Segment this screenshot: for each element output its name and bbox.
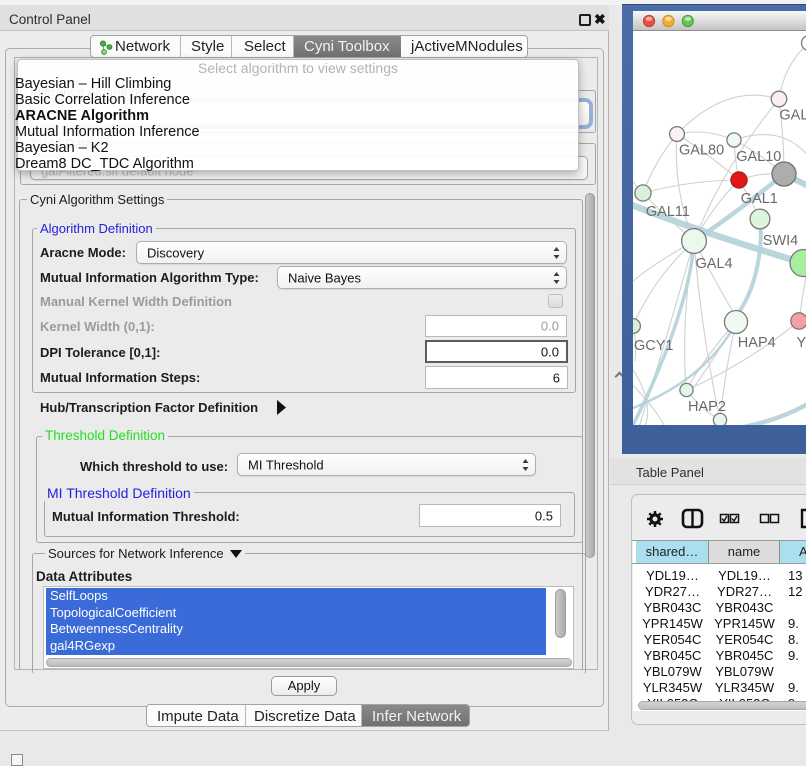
svg-text:GAL10: GAL10 bbox=[736, 149, 781, 165]
svg-text:HAP2: HAP2 bbox=[688, 399, 726, 415]
svg-text:GAL: GAL bbox=[779, 108, 806, 124]
svg-text:HAP4: HAP4 bbox=[738, 335, 776, 351]
svg-text:GCY1: GCY1 bbox=[634, 338, 674, 354]
svg-text:GAL80: GAL80 bbox=[679, 143, 724, 159]
svg-text:GAL4: GAL4 bbox=[696, 256, 733, 272]
svg-text:Y: Y bbox=[797, 335, 806, 351]
svg-text:GAL11: GAL11 bbox=[646, 204, 690, 220]
svg-text:GAL1: GAL1 bbox=[741, 191, 778, 207]
svg-text:SWI4: SWI4 bbox=[763, 233, 798, 249]
